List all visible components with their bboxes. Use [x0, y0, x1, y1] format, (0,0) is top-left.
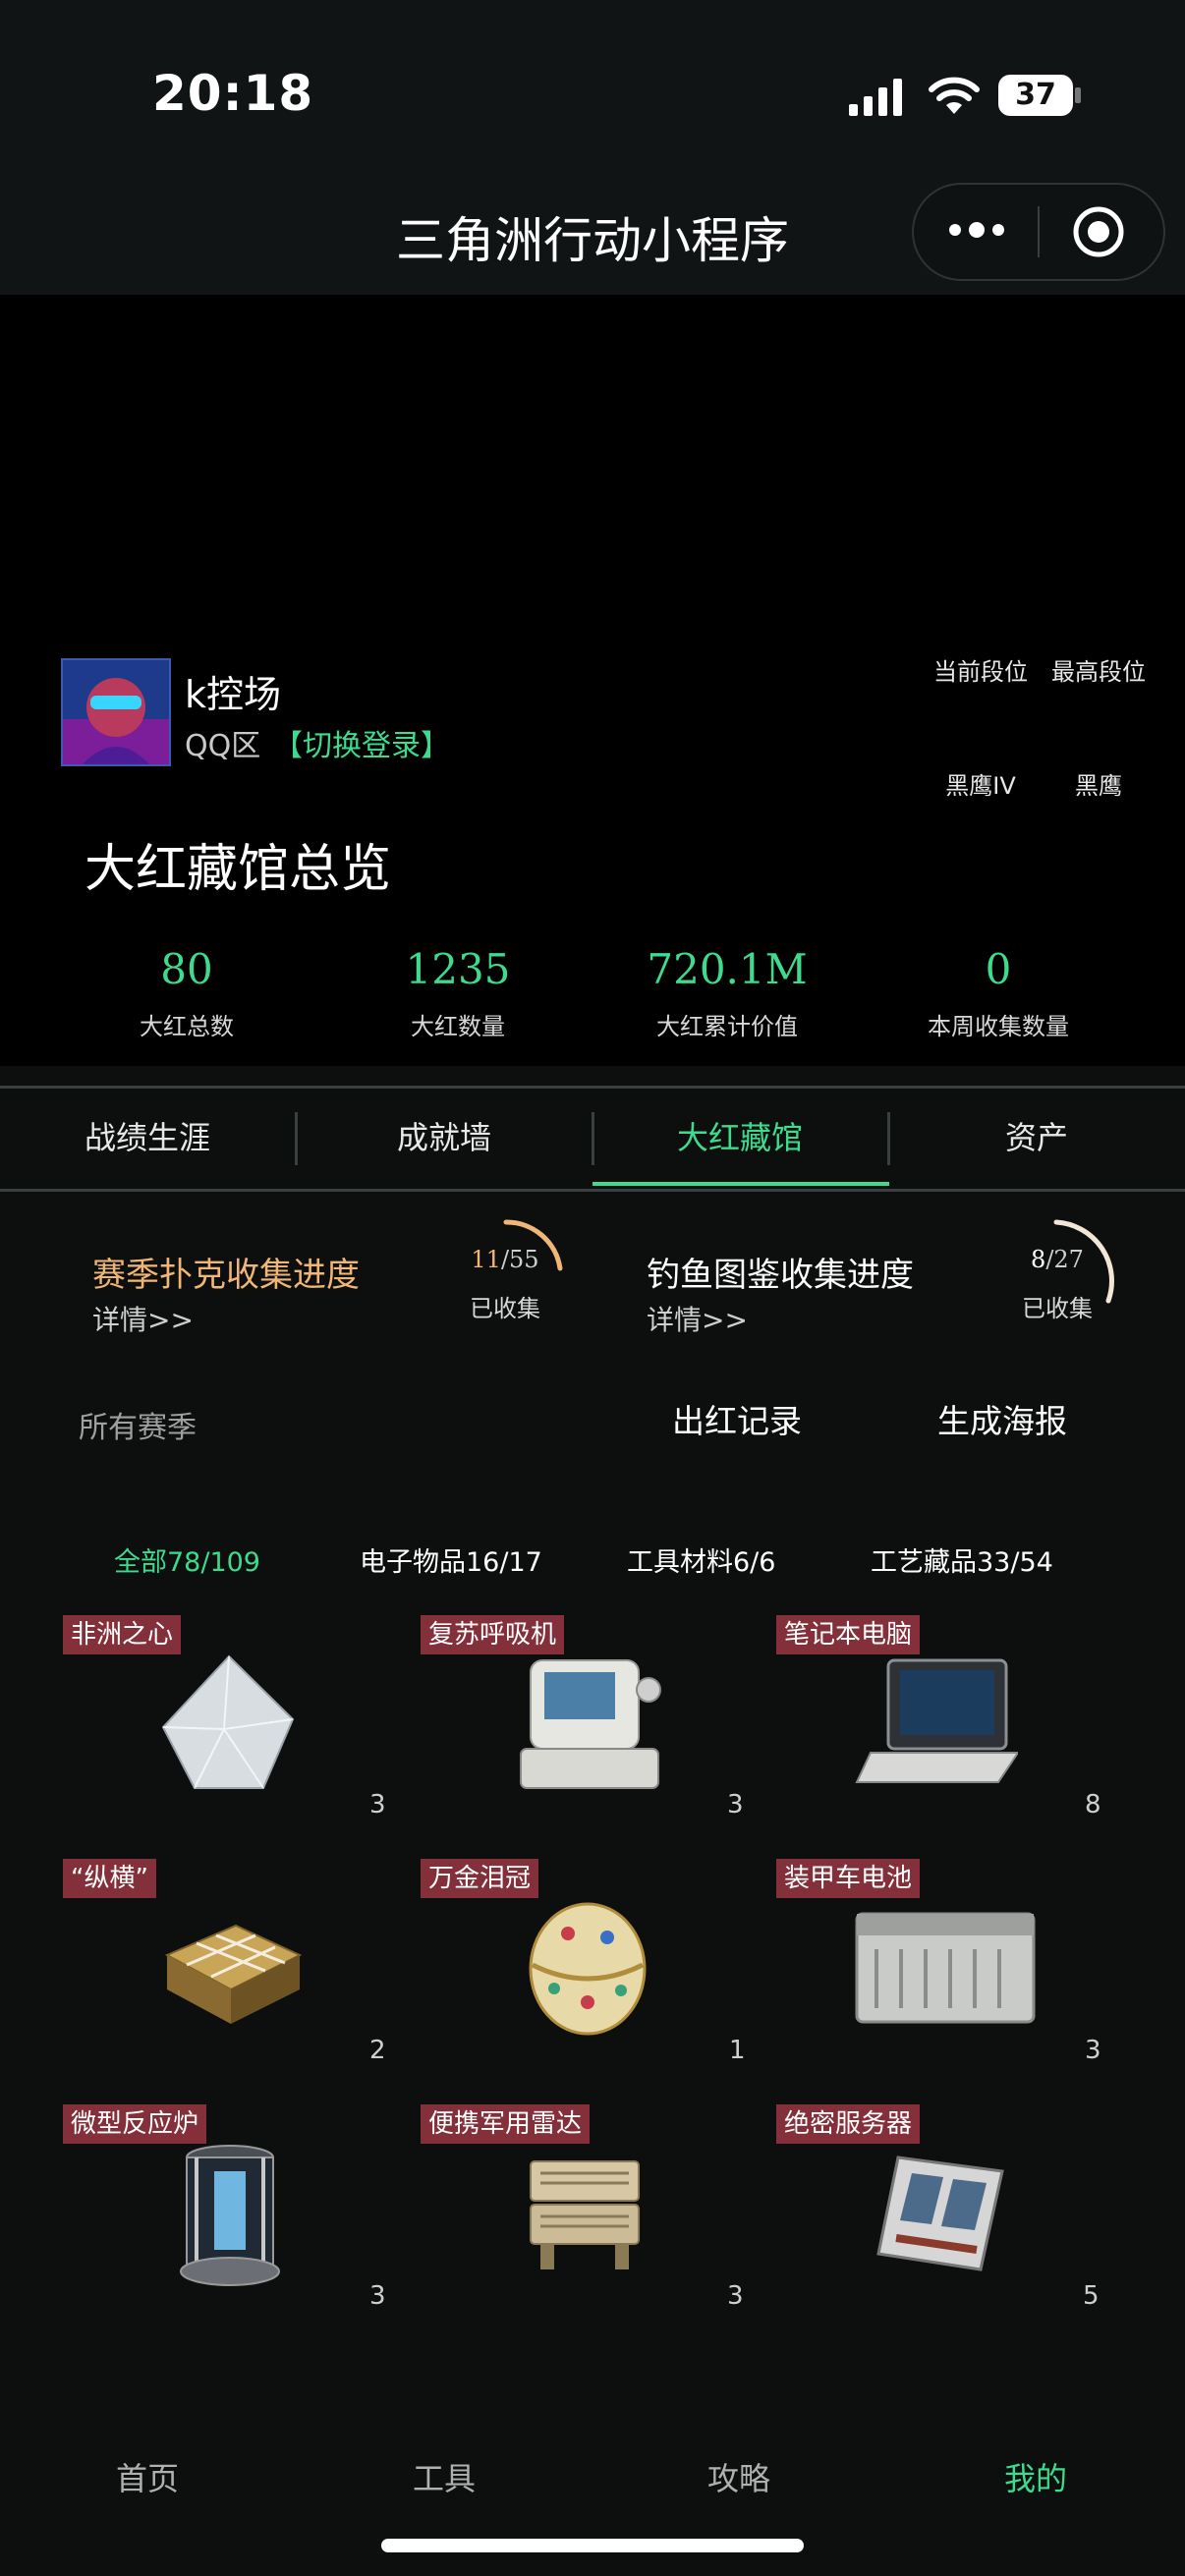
item-label: “纵横”	[63, 1859, 156, 1898]
filter-crafts[interactable]: 工艺藏品33/54	[871, 1540, 1053, 1579]
stat-value-label: 大红累计价值	[656, 1013, 798, 1040]
fish-progress-fraction: 8/27	[988, 1246, 1126, 1273]
stat-total-value: 80	[160, 945, 213, 993]
ventilator-icon[interactable]	[511, 1651, 668, 1798]
bottom-nav-guides[interactable]: 攻略	[641, 2454, 837, 2499]
item-count: 3	[727, 2281, 744, 2311]
wifi-icon	[929, 77, 980, 114]
current-rank-value: 黑鹰IV	[945, 772, 1016, 800]
item-label: 微型反应炉	[63, 2104, 207, 2144]
item-label: 万金泪冠	[421, 1859, 539, 1898]
red-records-button[interactable]: 出红记录	[672, 1395, 802, 1442]
stat-weekly-value: 0	[985, 945, 1012, 993]
diamond-icon[interactable]	[155, 1651, 303, 1798]
status-time: 20:18	[152, 65, 314, 122]
stat-count-value: 1235	[405, 945, 511, 993]
fish-progress-title[interactable]: 钓鱼图鉴收集进度	[647, 1248, 914, 1296]
item-count: 3	[369, 2281, 386, 2311]
tab-bar: 战绩生涯 成就墙 大红藏馆 资产	[0, 1086, 1185, 1192]
season-select[interactable]: 所有赛季	[79, 1403, 197, 1446]
nickname: k控场	[185, 673, 282, 716]
tab-record[interactable]: 战绩生涯	[0, 1089, 295, 1189]
poker-progress-detail[interactable]: 详情>>	[92, 1299, 194, 1338]
tab-achievement[interactable]: 成就墙	[297, 1089, 592, 1189]
fish-collected-label: 已收集	[1022, 1295, 1093, 1322]
poker-progress-fraction: 11/55	[436, 1246, 574, 1273]
stat-value-value: 720.1M	[647, 945, 808, 993]
server-icon[interactable]	[875, 2148, 1012, 2275]
jewel-egg-icon[interactable]	[519, 1894, 656, 2042]
item-label: 绝密服务器	[776, 2104, 921, 2144]
reactor-icon[interactable]	[175, 2142, 285, 2289]
current-rank-label: 当前段位	[933, 658, 1028, 686]
item-label: 便携军用雷达	[421, 2104, 591, 2144]
item-count: 2	[369, 2036, 386, 2065]
filter-electronics[interactable]: 电子物品16/17	[360, 1540, 542, 1579]
battery-item-icon[interactable]	[847, 1900, 1044, 2038]
fish-progress-detail[interactable]: 详情>>	[647, 1299, 748, 1338]
battery-cap	[1075, 87, 1081, 103]
bottom-nav-home[interactable]: 首页	[49, 2454, 246, 2499]
make-poster-button[interactable]: 生成海报	[937, 1395, 1067, 1442]
battery-icon: 37	[998, 75, 1073, 116]
item-count: 3	[1085, 2036, 1101, 2065]
stat-total-label: 大红总数	[140, 1013, 234, 1040]
miniprogram-capsule	[912, 183, 1165, 281]
tab-active-indicator	[592, 1182, 889, 1186]
switch-login-link[interactable]: 【切换登录】	[273, 721, 450, 764]
more-icon[interactable]	[947, 218, 1006, 242]
item-label: 笔记本电脑	[776, 1615, 921, 1654]
poker-done: 11	[471, 1246, 501, 1273]
bottom-nav-tools[interactable]: 工具	[346, 2454, 542, 2499]
item-count: 8	[1085, 1790, 1101, 1820]
chessboard-icon[interactable]	[157, 1896, 305, 2034]
item-label: 装甲车电池	[776, 1859, 921, 1898]
laptop-icon[interactable]	[851, 1654, 1018, 1792]
bottom-nav-mine[interactable]: 我的	[937, 2454, 1134, 2499]
home-indicator[interactable]	[381, 2539, 804, 2552]
item-label: 复苏呼吸机	[421, 1615, 565, 1654]
filter-all[interactable]: 全部78/109	[114, 1540, 260, 1579]
max-rank-value: 黑鹰	[1075, 772, 1122, 800]
avatar[interactable]	[61, 658, 171, 766]
poker-total: /55	[500, 1246, 539, 1273]
close-miniprogram-icon[interactable]	[1071, 204, 1126, 259]
signal-icon	[849, 79, 902, 116]
item-count: 3	[727, 1790, 744, 1820]
tab-red-museum[interactable]: 大红藏馆	[592, 1089, 887, 1189]
poker-progress-title[interactable]: 赛季扑克收集进度	[92, 1248, 360, 1296]
account-region: QQ区	[185, 729, 261, 763]
max-rank-label: 最高段位	[1051, 658, 1146, 686]
stat-weekly-label: 本周收集数量	[928, 1013, 1069, 1040]
fish-total: /27	[1045, 1246, 1084, 1273]
item-count: 3	[369, 1790, 386, 1820]
radar-icon[interactable]	[521, 2152, 658, 2279]
filter-tools[interactable]: 工具材料6/6	[627, 1540, 775, 1579]
avatar-image	[63, 660, 169, 764]
tab-assets[interactable]: 资产	[889, 1089, 1184, 1189]
item-count: 1	[729, 2036, 746, 2065]
capsule-divider	[1038, 206, 1040, 257]
item-count: 5	[1083, 2281, 1100, 2311]
battery-level: 37	[1015, 78, 1056, 112]
stat-count-label: 大红数量	[411, 1013, 505, 1040]
fish-done: 8	[1031, 1246, 1046, 1273]
item-label: 非洲之心	[63, 1615, 182, 1654]
overview-title: 大红藏馆总览	[85, 840, 392, 899]
poker-collected-label: 已收集	[470, 1295, 540, 1322]
